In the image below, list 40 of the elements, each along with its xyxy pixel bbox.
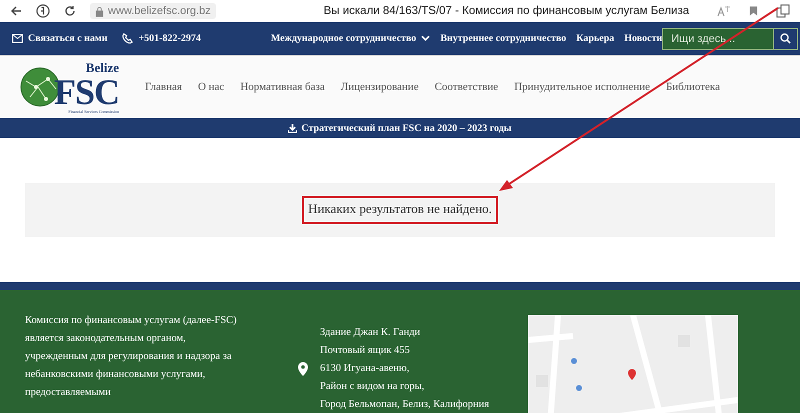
address-line: Район с видом на горы, — [320, 380, 426, 394]
main-nav-link[interactable]: Главная — [145, 81, 182, 93]
contact-link[interactable]: Связаться с нами — [12, 33, 108, 44]
address-line: Почтовый ящик 455 — [320, 344, 411, 358]
bookmark-icon[interactable] — [749, 5, 758, 17]
top-nav-link[interactable]: Карьера — [576, 33, 614, 44]
address-line: Город Бельмопан, Белиз, Калифорния — [320, 398, 490, 412]
logo-top-text: Belize — [86, 60, 120, 74]
search-button[interactable] — [774, 28, 798, 50]
phone-icon — [122, 33, 134, 44]
top-nav-link[interactable]: Внутреннее сотрудничество — [440, 33, 566, 44]
letter-circle-icon[interactable] — [36, 4, 50, 18]
main-nav-link[interactable]: Нормативная база — [240, 81, 325, 93]
main-nav-link[interactable]: Принудительное исполнение — [514, 81, 650, 93]
phone-link[interactable]: +501-822-2974 — [122, 33, 201, 44]
no-results-message: Никаких результатов не найдено. — [302, 196, 498, 224]
strategic-plan-link[interactable]: Стратегический план FSC на 2020 – 2023 годы — [288, 122, 512, 134]
extension-icon[interactable] — [776, 4, 790, 18]
translate-icon[interactable] — [717, 5, 731, 17]
main-nav-link[interactable]: Соответствие — [434, 81, 498, 93]
envelope-icon — [12, 34, 23, 43]
back-arrow-icon[interactable] — [10, 5, 22, 17]
logo-main-text: FSC — [54, 74, 120, 110]
lock-icon — [95, 6, 104, 16]
top-nav-link[interactable]: Международное сотрудничество — [270, 33, 430, 44]
location-pin-icon — [298, 362, 308, 376]
download-icon — [288, 124, 298, 132]
reload-icon[interactable] — [64, 5, 76, 17]
top-nav-link[interactable]: Новости — [624, 33, 662, 44]
main-nav-link[interactable]: О нас — [198, 81, 224, 93]
page-title: Вы искали 84/163/TS/07 - Комиссия по финансовым услугам Белиза — [322, 5, 690, 17]
address-bar[interactable]: www.belizefsc.org.bz — [90, 3, 216, 19]
footer-description: Комиссия по финансовым услугам (далее-FSC) является законодательным органом, учрежденным для регулирования и надзора за небанковскими финансовыми услугами, предоставляемыми — [25, 314, 238, 400]
main-nav-link[interactable]: Библиотека — [666, 81, 720, 93]
address-line: 6130 Игуана-авеню, — [320, 362, 410, 376]
address-text: www.belizefsc.org.bz — [108, 5, 211, 17]
chevron-down-icon — [421, 35, 430, 42]
search-icon — [780, 33, 792, 44]
main-nav-link[interactable]: Лицензирование — [340, 81, 419, 93]
address-line: Здание Джан К. Ганди — [320, 326, 422, 340]
